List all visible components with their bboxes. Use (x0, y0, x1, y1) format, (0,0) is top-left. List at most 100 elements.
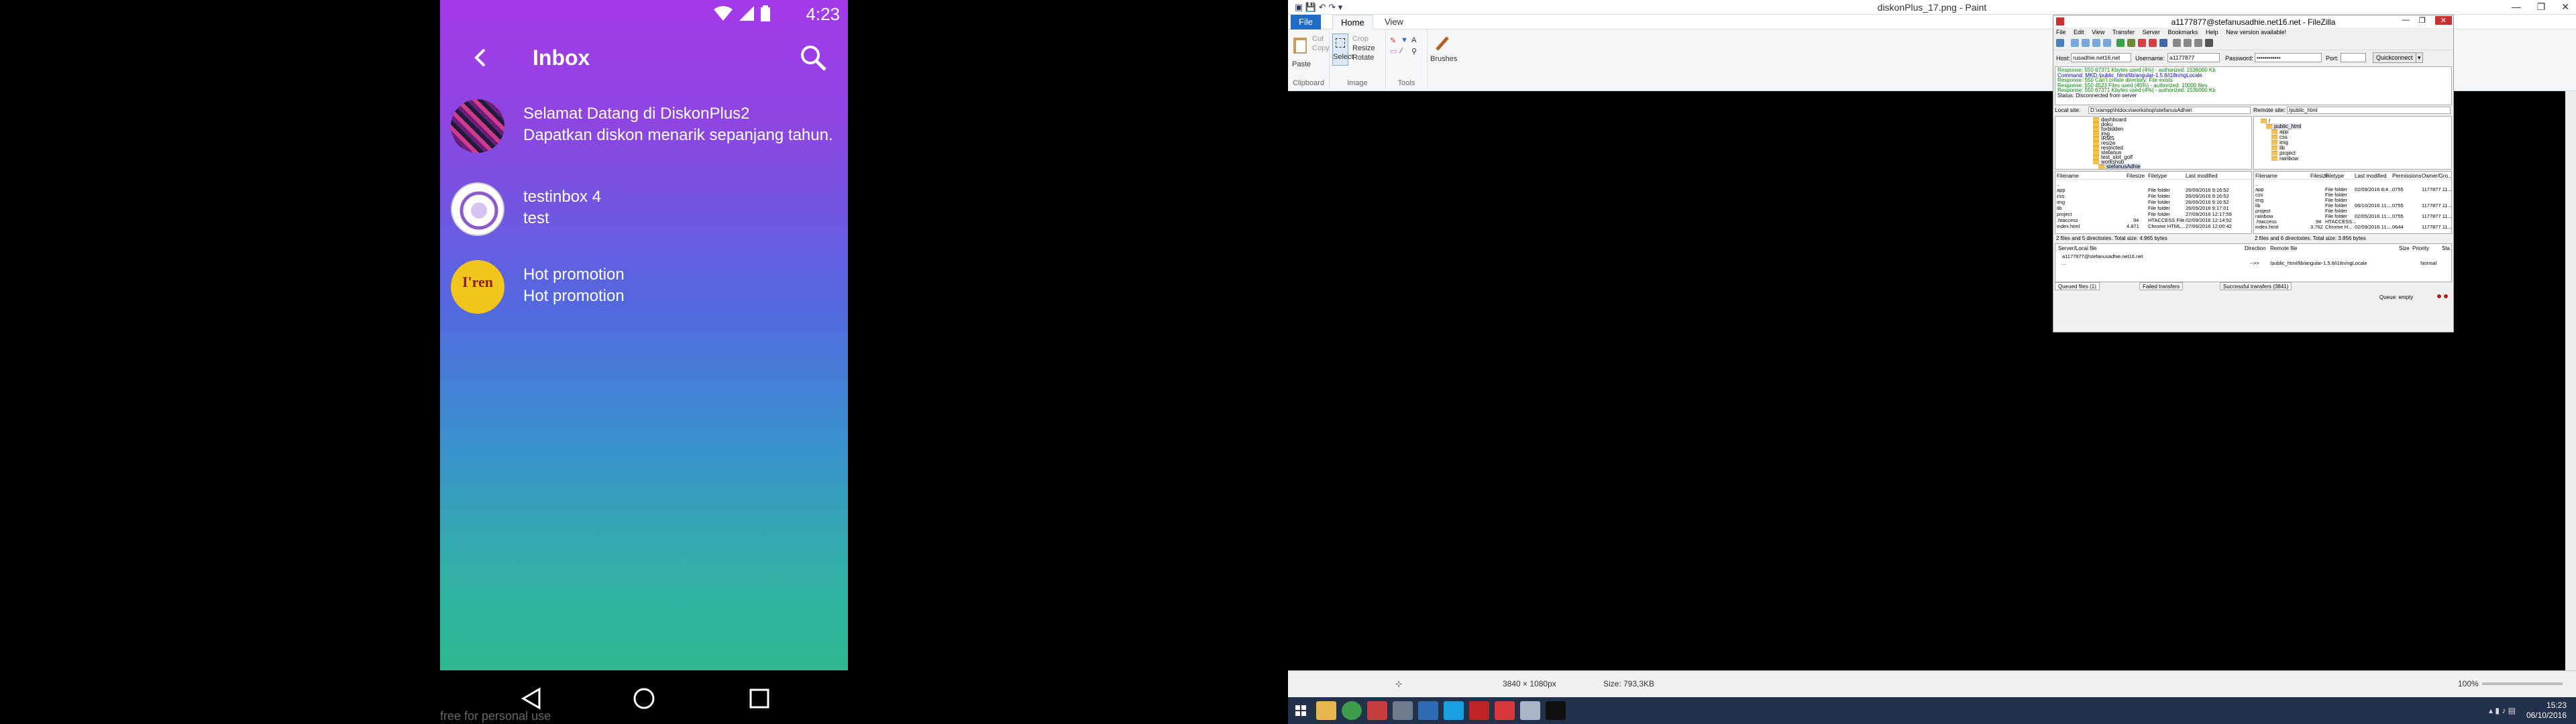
queue-remote-file[interactable]: /public_html/lib/angular-1.5.8/i18n/ngLo… (2270, 260, 2367, 266)
col-last-modified[interactable]: Last modified (2355, 173, 2387, 179)
menu-file[interactable]: File (2056, 29, 2066, 36)
windows-start-icon[interactable] (1291, 701, 1311, 720)
app-icon[interactable] (1367, 701, 1387, 720)
table-row[interactable]: index.html 4.871 Chrome HTML... 27/09/2016 … (2055, 223, 2251, 229)
table-row[interactable]: project File folder 27/09/2016 12:17:59 (2055, 211, 2251, 217)
reconnect-icon[interactable] (2159, 39, 2167, 47)
inbox-item[interactable]: Selamat Datang di DiskonPlus2 Dapatkan d… (451, 94, 840, 158)
process-queue-icon[interactable] (2127, 39, 2135, 47)
taskbar-clock[interactable]: 15:23 06/10/2016 (2526, 701, 2567, 721)
search-icon[interactable] (2205, 39, 2213, 47)
text-icon[interactable]: A (1411, 36, 1416, 44)
refresh-icon[interactable] (2116, 39, 2125, 47)
menu-view[interactable]: View (2092, 29, 2104, 36)
nav-home-icon[interactable] (631, 685, 657, 712)
minimize-icon[interactable]: — (2402, 16, 2410, 25)
sync-browse-icon[interactable] (2194, 39, 2202, 47)
magnifier-icon[interactable]: ⚲ (1411, 47, 1417, 56)
maximize-icon[interactable]: ❐ (2537, 1, 2546, 13)
inbox-item[interactable]: testinbox 4 test (451, 177, 840, 241)
rotate-button[interactable]: Rotate (1352, 54, 1374, 62)
tab-home[interactable]: Home (1332, 15, 1373, 29)
chrome-icon[interactable] (1342, 701, 1362, 720)
menu-new-version[interactable]: New version available! (2226, 29, 2286, 36)
cut-button[interactable]: Cut (1312, 35, 1324, 43)
inbox-item[interactable]: I'ren Hot promotion Hot promotion (451, 255, 840, 319)
tab-queued-files[interactable]: Queued files (1) (2055, 282, 2100, 290)
table-row[interactable]: index.html 3.762 Chrome H... 02/09/2016 11:… (2254, 224, 2451, 230)
port-input[interactable] (2341, 53, 2366, 62)
tree-node[interactable]: rainbow (2271, 156, 2298, 162)
vertical-scrollbar[interactable] (2565, 91, 2576, 670)
back-arrow-icon[interactable] (467, 44, 494, 71)
brushes-button[interactable]: Brushes (1430, 55, 1457, 63)
menu-bookmarks[interactable]: Bookmarks (2168, 29, 2198, 36)
local-file-list[interactable]: Filename Filesize Filetype Last modified… (2055, 171, 2252, 234)
queue-server[interactable]: a1177877@stefanusadhie.net16.net (2062, 253, 2143, 259)
filter-icon[interactable] (2173, 39, 2181, 47)
cancel-icon[interactable] (2138, 39, 2146, 47)
fill-icon[interactable]: ▼ (1401, 36, 1408, 44)
paste-button[interactable]: Paste (1292, 60, 1311, 68)
col-filesize[interactable]: Filesize (2127, 173, 2145, 179)
queue-icon[interactable] (2103, 39, 2111, 47)
col-permissions[interactable]: Permissions (2392, 173, 2422, 179)
message-log-icon[interactable] (2071, 39, 2079, 47)
menu-edit[interactable]: Edit (2074, 29, 2084, 36)
menu-server[interactable]: Server (2142, 29, 2160, 36)
remote-directory-tree[interactable]: / public_html app css img lib project ra… (2253, 116, 2452, 170)
table-row[interactable]: app File folder 26/09/2016 9:16:52 (2055, 187, 2251, 193)
tab-view[interactable]: View (1377, 15, 1411, 29)
menu-transfer[interactable]: Transfer (2112, 29, 2135, 36)
brush-icon[interactable] (1434, 35, 1452, 52)
transfer-queue[interactable]: Server/Local file Direction Remote file … (2055, 243, 2452, 282)
maximize-icon[interactable]: ❐ (2419, 16, 2426, 25)
col-last-modified[interactable]: Last modified (2186, 173, 2218, 179)
tab-successful-transfers[interactable]: Successful transfers (3841) (2220, 282, 2292, 290)
table-row[interactable]: .. (2055, 181, 2251, 187)
media-player-icon[interactable] (1418, 701, 1438, 720)
close-icon[interactable]: ✕ (2561, 1, 2569, 13)
password-input[interactable]: •••••••••••• (2255, 53, 2322, 62)
quickconnect-dropdown-icon[interactable]: ▾ (2416, 52, 2423, 63)
paste-icon[interactable] (1292, 35, 1308, 55)
file-explorer-icon[interactable] (1316, 701, 1336, 720)
resize-button[interactable]: Resize (1352, 44, 1375, 52)
remote-file-list[interactable]: Filename Filesize Filetype Last modified… (2253, 171, 2452, 234)
tab-file[interactable]: File (1291, 15, 1321, 29)
crop-button[interactable]: Crop (1352, 35, 1368, 43)
col-server-local-file[interactable]: Server/Local file (2058, 245, 2096, 251)
close-icon[interactable]: ✕ (2434, 16, 2452, 25)
tab-failed-transfers[interactable]: Failed transfers (2139, 282, 2184, 290)
select-tool[interactable]: Select (1332, 34, 1354, 66)
nav-back-icon[interactable] (518, 685, 545, 712)
username-input[interactable]: a1177877 (2167, 53, 2220, 62)
local-directory-tree[interactable]: dashboard doku forbidden img IRMS resize… (2055, 116, 2252, 170)
paint-icon[interactable] (1520, 701, 1540, 720)
col-direction[interactable]: Direction (2245, 245, 2266, 251)
menu-help[interactable]: Help (2206, 29, 2218, 36)
quickconnect-button[interactable]: Quickconnect (2373, 52, 2416, 63)
table-row[interactable]: lib File folder 26/09/2016 9:17:01 (2055, 205, 2251, 211)
remote-tree-icon[interactable] (2092, 39, 2100, 47)
host-input[interactable]: rusadhie.net16.net (2071, 53, 2131, 62)
remote-site-input[interactable]: /public_html (2287, 107, 2451, 114)
app-icon[interactable] (1495, 701, 1515, 720)
table-row[interactable]: img File folder 26/09/2016 9:16:52 (2055, 199, 2251, 205)
col-status[interactable]: Sta (2442, 245, 2450, 251)
queue-local-file[interactable]: ... (2062, 260, 2066, 266)
minimize-icon[interactable]: — (2512, 1, 2521, 13)
local-tree-icon[interactable] (2082, 39, 2090, 47)
pencil-icon[interactable]: ✎ (1390, 36, 1396, 45)
table-row[interactable]: css File folder 26/09/2016 9:16:52 (2055, 193, 2251, 199)
col-owner[interactable]: Owner/Gro... (2422, 173, 2451, 179)
system-tray-icons[interactable]: ▴ ▮ ♪ ▤ (2489, 706, 2516, 715)
site-manager-icon[interactable] (2056, 39, 2064, 47)
app-icon[interactable] (1393, 701, 1413, 720)
compare-icon[interactable] (2184, 39, 2192, 47)
copy-button[interactable]: Copy (1312, 44, 1330, 52)
search-icon[interactable] (798, 43, 828, 72)
col-filename[interactable]: Filename (2057, 173, 2079, 179)
col-size[interactable]: Size (2399, 245, 2410, 251)
color-picker-icon[interactable]: ⁄ (1401, 47, 1402, 55)
